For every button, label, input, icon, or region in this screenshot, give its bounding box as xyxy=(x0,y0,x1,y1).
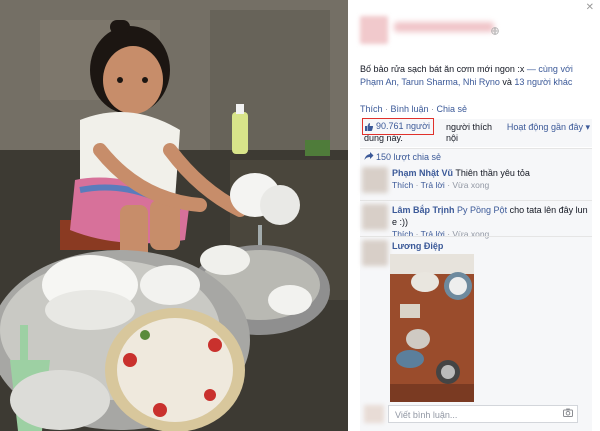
comment-meta: Thích · Trả lời · Vừa xong xyxy=(392,180,490,190)
commenter-avatar[interactable] xyxy=(362,167,388,193)
like-link[interactable]: Thích xyxy=(360,104,383,114)
globe-icon xyxy=(491,27,499,37)
comment-time: Vừa xong xyxy=(452,180,490,190)
comment-item: Lâm Bắp Trịnh Py Pồng Pột cho tata lên đ… xyxy=(360,202,592,240)
post-actions: Thích · Bình luận · Chia sẻ xyxy=(360,104,467,114)
post-photo[interactable] xyxy=(0,0,348,431)
commenter-avatar[interactable] xyxy=(362,240,388,266)
comment-text: Thiên thần yêu tỏa xyxy=(455,168,530,178)
tagged-and: và xyxy=(499,77,515,87)
commenter-name[interactable]: Lương Điệp xyxy=(392,241,443,251)
comment-body: Lâm Bắp Trịnh Py Pồng Pột cho tata lên đ… xyxy=(392,204,588,240)
photo-illustration xyxy=(0,0,348,431)
tagged-user-link[interactable]: Py Pồng Pột xyxy=(457,205,507,215)
comment-reply-link[interactable]: Trả lời xyxy=(421,180,445,190)
likes-text-line1: người thích nội xyxy=(446,122,492,143)
separator: · xyxy=(382,104,391,114)
commenter-avatar[interactable] xyxy=(362,204,388,230)
commenter-name[interactable]: Phạm Nhật Vũ xyxy=(392,168,453,178)
caption-text: Bố bảo rửa sạch bát ăn cơm mới ngon :x xyxy=(360,64,525,74)
camera-icon[interactable] xyxy=(563,408,573,419)
comment-item: Phạm Nhật Vũ Thiên thần yêu tỏa Thích · … xyxy=(360,165,592,201)
tagged-friends-link[interactable]: Phạm An, Tarun Sharma, Nhi Ryno xyxy=(360,77,500,87)
comment-body: Phạm Nhật Vũ Thiên thần yêu tỏa Thích · … xyxy=(392,167,588,191)
tagged-prefix: — cùng với xyxy=(524,64,573,74)
author-avatar[interactable] xyxy=(360,16,388,44)
my-avatar xyxy=(364,405,384,423)
share-icon xyxy=(364,151,374,163)
divider xyxy=(360,200,592,201)
shares-summary: 150 lượt chia sẻ xyxy=(360,148,592,165)
comment-input[interactable] xyxy=(393,407,557,423)
highlight-box xyxy=(362,118,434,135)
shares-count-link[interactable]: 150 lượt chia sẻ xyxy=(376,152,441,162)
close-icon[interactable]: ✕ xyxy=(586,2,594,13)
share-link[interactable]: Chia sẻ xyxy=(437,104,468,114)
comment-photo[interactable] xyxy=(390,254,474,402)
commenter-name[interactable]: Lâm Bắp Trịnh xyxy=(392,205,455,215)
tagged-others-link[interactable]: 13 người khác xyxy=(514,77,572,87)
comment-body: Lương Điệp xyxy=(392,240,588,252)
comment-photo-illustration xyxy=(390,254,474,402)
post-caption: Bố bảo rửa sạch bát ăn cơm mới ngon :x —… xyxy=(360,63,592,89)
comment-input-box[interactable] xyxy=(388,405,578,423)
recent-activity-dropdown[interactable]: Hoạt động gần đây ▾ xyxy=(507,122,590,133)
divider xyxy=(360,236,592,237)
comment-link[interactable]: Bình luận xyxy=(391,104,429,114)
comments-list: Phạm Nhật Vũ Thiên thần yêu tỏa Thích · … xyxy=(360,165,592,431)
likes-text: người thích nội xyxy=(446,122,506,144)
author-name-blurred[interactable] xyxy=(394,22,494,32)
separator: · xyxy=(428,104,437,114)
post-author-header[interactable] xyxy=(360,16,500,48)
comment-like-link[interactable]: Thích xyxy=(392,180,413,190)
post-sidebar: ✕ Bố bảo rửa sạch bát ăn cơm mới ngon :x… xyxy=(348,0,600,431)
